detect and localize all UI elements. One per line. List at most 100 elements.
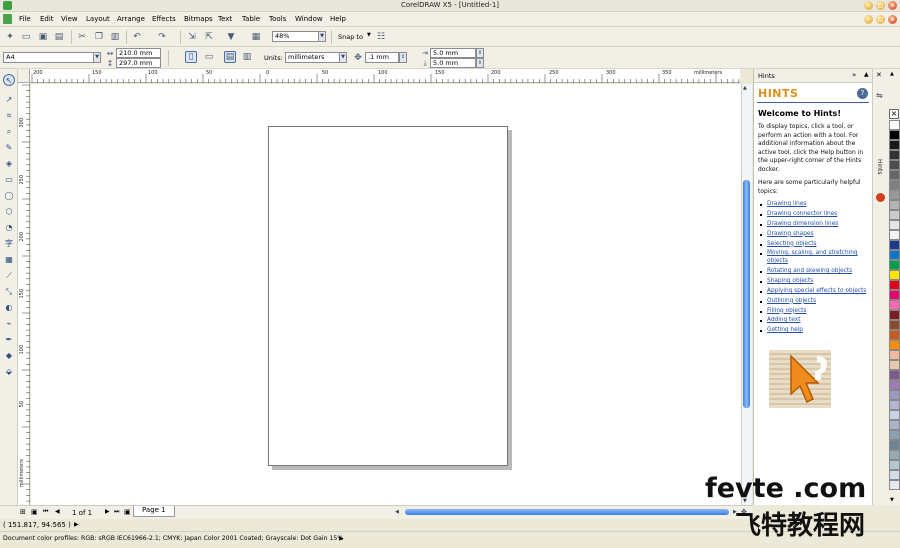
hint-topic-link[interactable]: Shaping objects	[758, 278, 870, 286]
color-swatch[interactable]	[889, 200, 900, 210]
text-tool-icon[interactable]: 字	[3, 238, 15, 250]
palette-up-arrow-icon[interactable]: ▲	[890, 71, 894, 77]
doc-close-button[interactable]: ×	[888, 15, 897, 24]
color-swatch[interactable]	[889, 180, 900, 190]
duplicate-y-spinner[interactable]: ⇕	[476, 58, 484, 68]
color-swatch[interactable]	[889, 140, 900, 150]
color-swatch[interactable]	[889, 150, 900, 160]
import-icon[interactable]: ⇲	[186, 31, 198, 43]
color-swatch[interactable]	[889, 250, 900, 260]
welcome-screen-icon[interactable]: ▦	[250, 31, 262, 43]
color-swatch[interactable]	[889, 230, 900, 240]
color-swatch[interactable]	[889, 320, 900, 330]
menu-arrange[interactable]: Arrange	[117, 15, 145, 23]
hint-topic-link[interactable]: Filling objects	[758, 308, 870, 316]
save-icon[interactable]: ▣	[37, 31, 49, 43]
table-tool-icon[interactable]: ▦	[3, 254, 15, 266]
color-swatch[interactable]	[889, 120, 900, 130]
landscape-button[interactable]: ▭	[203, 51, 215, 63]
zoom-level-field[interactable]: 48%	[272, 31, 320, 42]
pick-tool-icon[interactable]: ↖	[3, 74, 15, 86]
doc-minimize-button[interactable]: –	[864, 15, 873, 24]
page-tab[interactable]: Page 1	[133, 506, 175, 517]
scroll-up-arrow-icon[interactable]: ▲	[743, 85, 747, 91]
menu-text[interactable]: Text	[218, 15, 232, 23]
menu-file[interactable]: File	[19, 15, 31, 23]
hint-topic-link[interactable]: Outlining objects	[758, 298, 870, 306]
color-swatch[interactable]	[889, 340, 900, 350]
last-page-icon[interactable]: ⏭	[114, 508, 119, 516]
color-swatch[interactable]	[889, 380, 900, 390]
hint-topic-link[interactable]: Drawing dimension lines	[758, 221, 870, 229]
portrait-button[interactable]: ▯	[185, 51, 197, 63]
cut-icon[interactable]: ✂	[76, 31, 88, 43]
hint-topic-link[interactable]: Drawing lines	[758, 201, 870, 209]
freehand-tool-icon[interactable]: ✎	[3, 142, 15, 154]
docker-collapse-icon[interactable]: »	[852, 71, 856, 79]
export-icon[interactable]: ⇱	[203, 31, 215, 43]
hint-topic-link[interactable]: Applying special effects to objects	[758, 288, 870, 296]
interactive-fill-tool-icon[interactable]: ⬙	[3, 366, 15, 378]
basic-shapes-tool-icon[interactable]: ◔	[3, 222, 15, 234]
add-page-after-icon[interactable]: ▣	[124, 508, 131, 516]
docker-close-icon[interactable]: ✕	[876, 71, 882, 79]
horizontal-ruler[interactable]: 200 150 100 50 0 50 100 150 200 250 300 …	[30, 69, 740, 83]
scroll-left-arrow-icon[interactable]: ◀	[395, 509, 399, 515]
color-swatch[interactable]	[889, 470, 900, 480]
docker-options-icon[interactable]: ⇋	[876, 91, 883, 100]
snap-to-label[interactable]: Snap to	[338, 33, 363, 41]
vertical-ruler[interactable]: 300 250 200 150 100 50 millimeters	[18, 83, 30, 505]
hint-topic-link[interactable]: Selecting objects	[758, 241, 870, 249]
hint-topic-link[interactable]: Moving, scaling, and stretching objects	[758, 250, 870, 265]
doc-restore-button[interactable]: □	[876, 15, 885, 24]
color-swatch[interactable]	[889, 170, 900, 180]
menu-edit[interactable]: Edit	[40, 15, 54, 23]
color-swatch[interactable]	[889, 390, 900, 400]
menu-window[interactable]: Window	[295, 15, 323, 23]
nudge-spinner[interactable]: ⇕	[399, 52, 407, 63]
nudge-distance-field[interactable]: .1 mm	[365, 52, 399, 63]
hint-topic-link[interactable]: Adding text	[758, 317, 870, 325]
color-swatch[interactable]	[889, 300, 900, 310]
duplicate-x-spinner[interactable]: ⇕	[476, 48, 484, 58]
menu-table[interactable]: Table	[242, 15, 260, 23]
ruler-origin[interactable]	[18, 69, 30, 83]
blend-tool-icon[interactable]: ◐	[3, 302, 15, 314]
close-button[interactable]: ×	[888, 1, 897, 10]
smart-fill-tool-icon[interactable]: ◈	[3, 158, 15, 170]
horizontal-scroll-thumb[interactable]	[405, 509, 729, 515]
color-swatch[interactable]	[889, 450, 900, 460]
menu-view[interactable]: View	[61, 15, 78, 23]
color-swatch[interactable]	[889, 410, 900, 420]
application-launcher-icon[interactable]: ▼	[225, 31, 237, 43]
color-swatch[interactable]	[889, 310, 900, 320]
menu-tools[interactable]: Tools	[269, 15, 286, 23]
rectangle-tool-icon[interactable]: ▭	[3, 174, 15, 186]
redo-icon[interactable]: ↷	[156, 31, 168, 43]
status-expand-icon[interactable]: ▶	[74, 521, 79, 528]
previous-page-icon[interactable]: ◀	[55, 508, 60, 515]
color-swatch[interactable]	[889, 370, 900, 380]
zoom-dropdown-button[interactable]: ▼	[318, 31, 326, 42]
eyedropper-tool-icon[interactable]: ⌁	[3, 318, 15, 330]
page-width-field[interactable]: 210.0 mm	[116, 48, 161, 58]
color-swatch[interactable]	[889, 460, 900, 470]
ellipse-tool-icon[interactable]: ◯	[3, 190, 15, 202]
new-icon[interactable]: ✦	[4, 31, 16, 43]
color-profiles-text[interactable]: Document color profiles: RGB: sRGB IEC61…	[3, 535, 343, 542]
minimize-button[interactable]: –	[864, 1, 873, 10]
all-pages-button[interactable]: ▤	[224, 51, 236, 63]
connector-tool-icon[interactable]: ⤡	[3, 286, 15, 298]
color-swatch[interactable]	[889, 270, 900, 280]
hints-docker-tab[interactable]: Hints	[876, 159, 883, 174]
document-page[interactable]	[268, 126, 508, 466]
no-color-swatch[interactable]: ×	[889, 109, 899, 119]
snap-dropdown-icon[interactable]: ▼	[367, 32, 371, 38]
add-page-before-icon[interactable]: ▣	[31, 508, 38, 516]
copy-icon[interactable]: ❐	[93, 31, 105, 43]
menu-effects[interactable]: Effects	[152, 15, 176, 23]
color-swatch[interactable]	[889, 220, 900, 230]
color-swatch[interactable]	[889, 290, 900, 300]
print-icon[interactable]: ▤	[53, 31, 65, 43]
hints-help-icon[interactable]: ?	[857, 88, 868, 99]
